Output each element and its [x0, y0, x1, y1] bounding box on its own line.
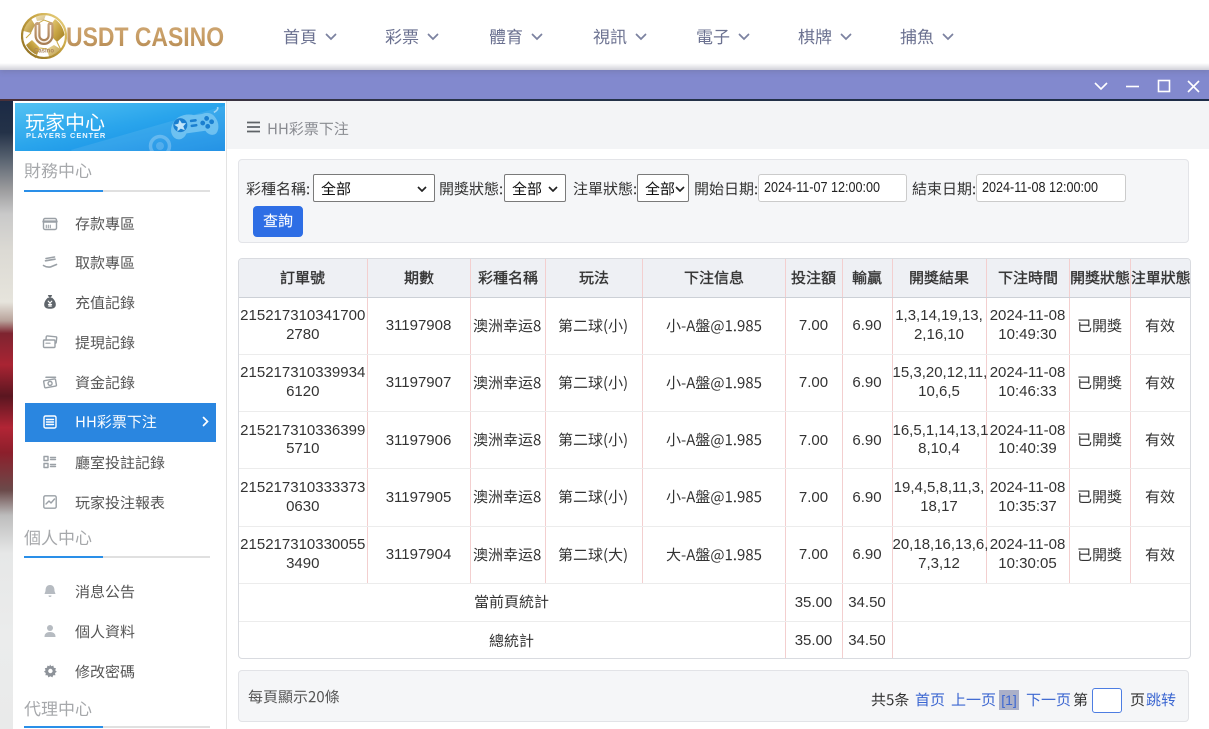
- svg-text:Casino: Casino: [34, 49, 54, 55]
